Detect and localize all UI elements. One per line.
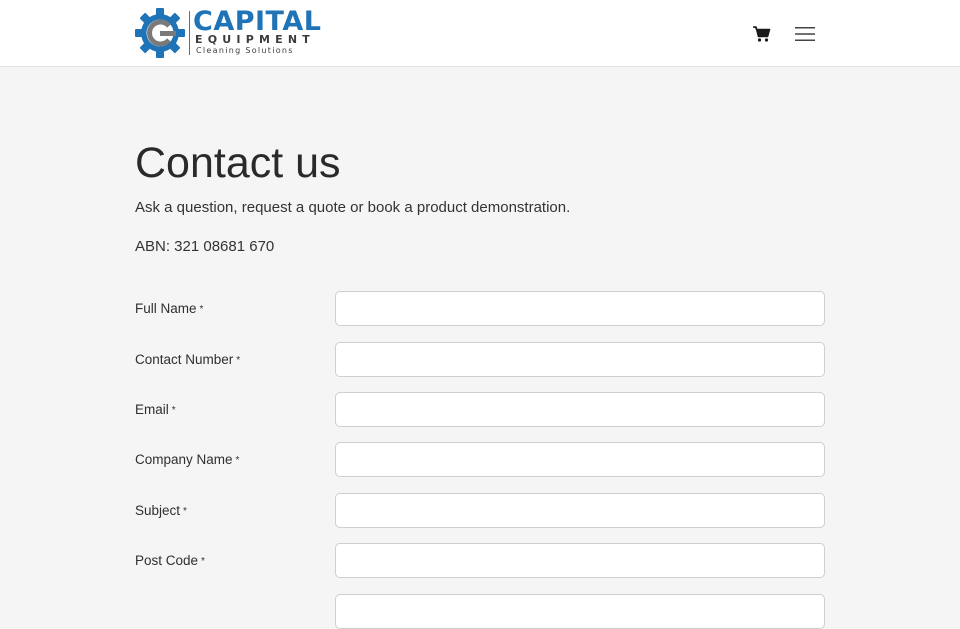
required-marker: * [199, 304, 204, 315]
post-code-label: Post Code * [135, 553, 205, 568]
post-code-input[interactable] [335, 543, 825, 578]
form-row-next [135, 594, 825, 629]
site-header: CAPITAL EQUIPMENT Cleaning Solutions [0, 0, 960, 67]
logo-wordmark: CAPITAL [193, 6, 322, 37]
form-row-email: Email * [135, 392, 825, 427]
required-marker: * [171, 405, 176, 416]
company-name-input[interactable] [335, 442, 825, 477]
subject-input[interactable] [335, 493, 825, 528]
required-marker: * [236, 355, 241, 366]
full-name-label: Full Name * [135, 301, 204, 316]
shopping-cart-icon [753, 26, 771, 42]
menu-toggle-button[interactable] [793, 24, 817, 44]
page-title: Contact us [135, 139, 341, 187]
required-marker: * [201, 556, 205, 567]
form-row-post-code: Post Code * [135, 543, 825, 578]
form-row-full-name: Full Name * [135, 291, 825, 326]
full-name-input[interactable] [335, 291, 825, 326]
subject-label: Subject * [135, 503, 187, 518]
logo-subword: EQUIPMENT [195, 33, 315, 46]
site-logo-link[interactable]: CAPITAL EQUIPMENT Cleaning Solutions [134, 7, 321, 59]
gear-logo-icon [135, 8, 185, 58]
next-field-input[interactable] [335, 594, 825, 629]
email-label: Email * [135, 402, 176, 417]
required-marker: * [235, 455, 240, 466]
form-row-contact-number: Contact Number * [135, 342, 825, 377]
abn-text: ABN: 321 08681 670 [135, 238, 275, 255]
form-row-subject: Subject * [135, 493, 825, 528]
hamburger-menu-icon [795, 27, 815, 41]
email-input[interactable] [335, 392, 825, 427]
logo-tagline: Cleaning Solutions [196, 46, 294, 55]
company-name-label: Company Name * [135, 452, 240, 467]
form-row-company-name: Company Name * [135, 442, 825, 477]
page-lead: Ask a question, request a quote or book … [135, 199, 571, 216]
required-marker: * [183, 506, 187, 517]
contact-number-input[interactable] [335, 342, 825, 377]
contact-number-label: Contact Number * [135, 352, 241, 367]
cart-button[interactable] [752, 24, 772, 44]
logo-divider [189, 11, 190, 55]
